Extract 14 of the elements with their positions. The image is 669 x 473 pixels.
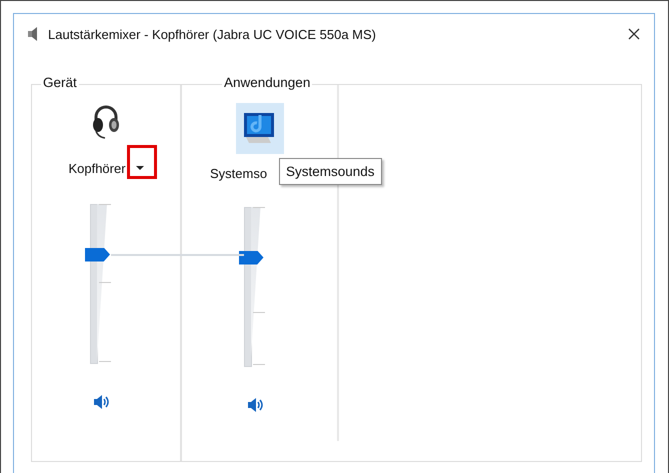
group-label: Gerät <box>41 75 79 90</box>
slider-thumb[interactable] <box>85 248 110 262</box>
speaker-icon[interactable] <box>246 397 264 413</box>
speaker-icon <box>28 26 38 42</box>
close-icon[interactable] <box>628 28 640 40</box>
dropdown-caret-icon[interactable] <box>136 166 144 170</box>
app-name: Systemso <box>210 166 268 180</box>
tooltip: Systemsounds <box>279 158 382 185</box>
speaker-icon[interactable] <box>93 394 111 410</box>
device-name: Kopfhörer <box>68 160 126 176</box>
headset-icon <box>91 103 121 141</box>
group-label: Anwendungen <box>222 75 312 90</box>
window-title: Lautstärkemixer - Kopfhörer (Jabra UC VOICE 550a MS) <box>48 26 378 42</box>
slider-thumb[interactable] <box>238 250 264 265</box>
